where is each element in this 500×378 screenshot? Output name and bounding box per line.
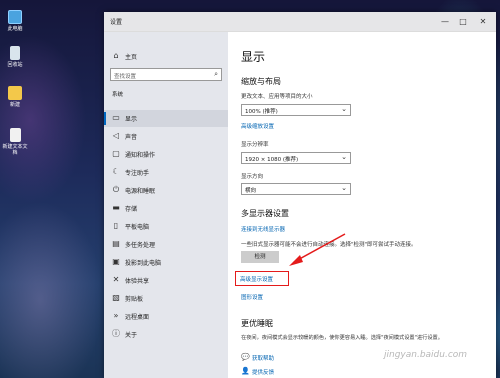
watermark: jingyan.baidu.com <box>384 350 468 360</box>
annotation-arrow <box>289 233 346 266</box>
